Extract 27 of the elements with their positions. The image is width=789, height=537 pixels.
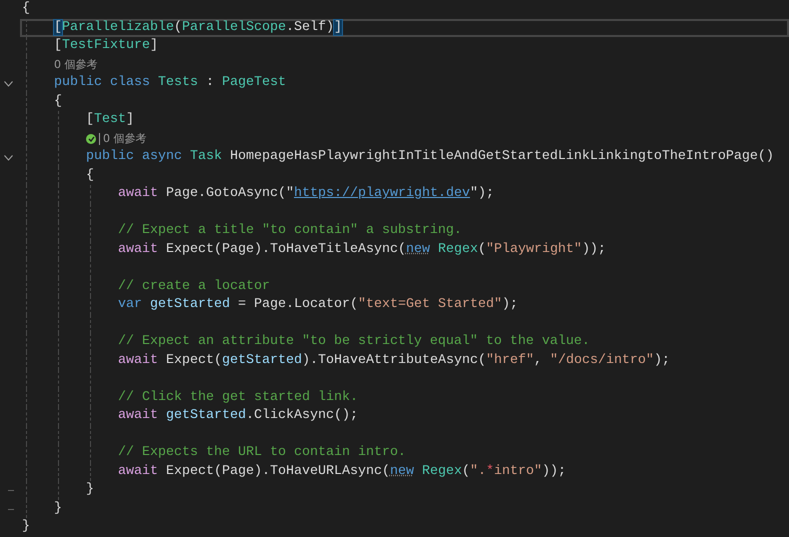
code-line: { [86,166,94,185]
reference-count-link[interactable]: 0 個參考 [103,130,146,148]
code-line: [Test] [86,111,134,130]
code-line: await Page.GotoAsync("https://playwright.dev"); [118,185,494,204]
code-line: } [22,518,30,536]
code-line: await Expect(Page).ToHaveTitleAsync(new Regex("Playwright")); [118,240,606,259]
code-line: } [54,500,62,518]
code-line: // create a locator [118,278,270,296]
code-line: await getStarted.ClickAsync(); [118,407,358,426]
code-line: // Expect a title "to contain" a substring. [118,222,462,240]
code-line: // Click the get started link. [118,388,358,407]
code-line: { [54,92,62,111]
code-line: [TestFixture] [54,37,158,56]
code-line: var getStarted = Page.Locator("text=Get Started"); [118,296,518,314]
collapse-chevron-icon[interactable] [4,155,13,161]
code-line: await Expect(Page).ToHaveURLAsync(new Regex(".*intro")); [118,462,566,481]
code-line: [Parallelizable(ParallelScope.Self)] [54,18,342,37]
code-line: public class Tests : PageTest [54,74,286,92]
code-line: // Expect an attribute "to be strictly equal" to the value. [118,333,590,352]
code-line: public async Task HomepageHasPlaywrightInTitleAndGetStartedLinkLinkingtoTheIntroPage() [86,148,774,166]
code-line: { [22,0,30,18]
code-line: // Expects the URL to contain intro. [118,444,406,462]
code-line: } [86,481,94,500]
test-passed-check-icon[interactable] [86,134,96,144]
reference-count-link[interactable]: 0 個參考 [54,56,98,74]
collapse-chevron-icon[interactable] [4,81,13,87]
code-line: await Expect(getStarted).ToHaveAttributeAsync("href", "/docs/intro"); [118,352,670,370]
